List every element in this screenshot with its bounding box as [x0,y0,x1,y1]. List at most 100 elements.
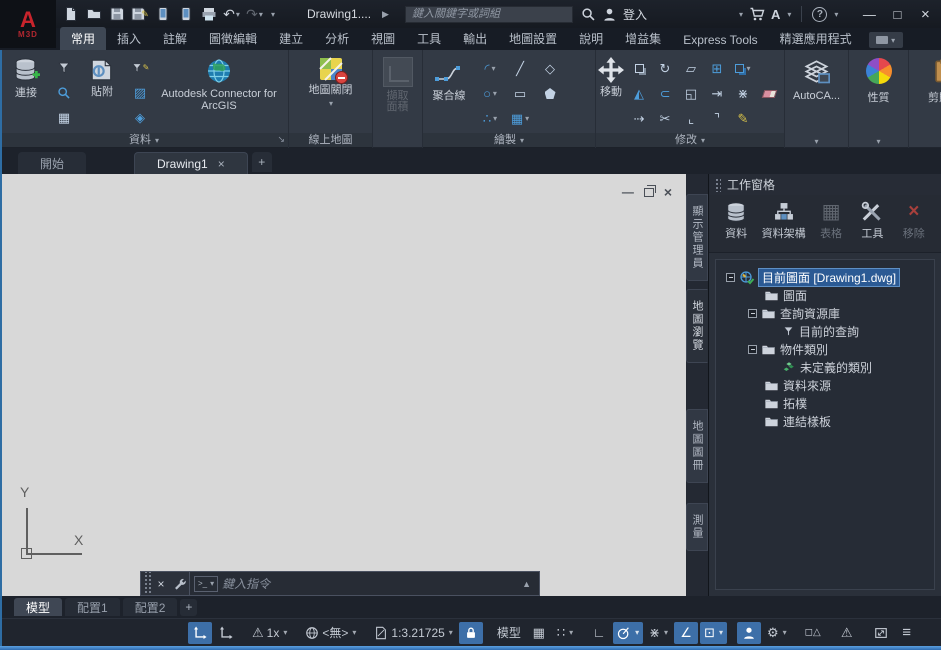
insert-image-button[interactable]: ▨ [128,81,152,104]
annotation-scale-button[interactable]: ⚠1x▾ [248,622,291,644]
panel-autocad-collapsed[interactable]: AutoCA... ▾ [785,50,849,148]
autodesk-logo-icon[interactable]: A [771,7,780,22]
chevron-down-icon[interactable]: ▾ [259,10,263,19]
edit-polyline-button[interactable]: ✎ [730,106,756,131]
isolate-objects-button[interactable]: ◻△ [801,622,825,644]
scale-button[interactable]: ◱ [678,81,704,106]
map-scale-button[interactable]: 1:3.21725▾ [370,622,456,644]
array-button[interactable]: ⊞ [704,56,730,81]
collapse-icon[interactable] [748,309,757,318]
tab-display-manager[interactable]: 顯示管理員 [686,194,708,281]
osnap-tracking-toggle[interactable]: ⋇▾ [645,622,672,644]
object-snap-toggle[interactable]: ⊡▾ [700,622,727,644]
recent-commands-button[interactable]: >_▾ [194,576,218,592]
ortho-toggle[interactable]: ∟ [587,622,611,644]
command-line[interactable]: × >_▾ ▲ [140,571,540,596]
open-file-button[interactable] [83,4,104,24]
attach-button[interactable]: 貼附 [78,53,126,131]
lengthen-button[interactable]: ⇢ [626,106,652,131]
help-icon[interactable]: ? [812,7,827,22]
copy-nested-button[interactable]: ▾ [730,56,756,81]
arc-button[interactable]: ◜▾ [475,56,505,81]
line-button[interactable]: ╱ [505,56,535,81]
tab-help[interactable]: 說明 [568,27,614,50]
divide-button[interactable]: ⋇ [730,81,756,106]
tab-tools[interactable]: 工具 [406,27,452,50]
application-menu-button[interactable]: A M3D [0,0,56,48]
map-import-button[interactable]: ◈ [128,106,152,129]
autodesk-dropdown-icon[interactable]: ▾ [787,10,791,19]
layout-tab-layout2[interactable]: 配置2 [123,598,178,616]
tree-item-undefined-class[interactable]: 未定義的類別 [718,358,932,376]
annotation-visibility-toggle[interactable] [737,622,761,644]
infer-constraints-toggle[interactable] [188,622,212,644]
grid-toggle[interactable]: ▦ [527,622,551,644]
tab-home[interactable]: 常用 [60,27,106,50]
panel-data-label[interactable]: 資料 ▾↘ [0,133,288,148]
close-button[interactable]: × [914,6,936,23]
chamfer-button[interactable]: ⌞ [678,106,704,131]
tree-item-data-sources[interactable]: 資料來源 [718,376,932,394]
rect-tool-button[interactable]: ▭ [505,81,535,106]
rotate-button[interactable]: ↻ [652,56,678,81]
tab-add-ins[interactable]: 增益集 [614,27,672,50]
trim-button[interactable]: ✂ [652,106,678,131]
drag-grip-icon[interactable] [715,178,721,192]
app-store-cart-icon[interactable] [749,6,765,22]
panel-clipboard-collapsed[interactable]: 剪貼簿 ▾ [909,50,941,148]
search-icon[interactable] [581,7,596,22]
tab-map-setup[interactable]: 地圖設置 [498,27,568,50]
tree-item-current-drawing[interactable]: 目前圖面 [Drawing1.dwg] [718,268,932,286]
save-as-button[interactable]: ✎ [129,4,150,24]
blend-button[interactable]: ⌝ [704,106,730,131]
signin-dropdown-icon[interactable]: ▾ [739,10,743,19]
share-mobile-button[interactable] [152,4,173,24]
filter-query-button[interactable] [52,56,76,79]
circle-button[interactable]: ○▾ [475,81,505,106]
break-button[interactable]: ⇥ [704,81,730,106]
data-button[interactable]: 資料 [717,201,755,241]
task-pane-header[interactable]: 工作窗格 [709,174,941,195]
drawing-canvas[interactable]: — × Y X × >_▾ ▲ [0,174,686,596]
dynamic-input-toggle[interactable] [214,622,238,644]
save-button[interactable] [106,4,127,24]
plot-button[interactable] [198,4,219,24]
ribbon-display-options-button[interactable]: ▾ [869,32,903,48]
tab-feature-edit[interactable]: 圖徵編輯 [198,27,268,50]
export-button[interactable] [175,4,196,24]
hatch-button[interactable]: ▦▾ [505,106,535,131]
tab-survey[interactable]: 測量 [686,503,708,551]
file-tab-start[interactable]: 開始 [18,152,86,174]
title-flyout-icon[interactable]: ▶ [382,9,389,20]
offset-button[interactable]: ⊂ [652,81,678,106]
collapse-icon[interactable] [726,273,735,282]
polyline-button[interactable]: 聚合線 [425,53,473,131]
sign-in-button[interactable]: 登入 [623,6,647,23]
polygon-button[interactable] [535,81,565,106]
snap-toggle[interactable]: ∷▾ [553,622,577,644]
clean-screen-button[interactable] [869,622,893,644]
customize-wrench-icon[interactable] [169,577,189,590]
undo-button[interactable]: ↶▾ [221,4,242,24]
schema-button[interactable]: 資料架構 [758,201,809,241]
tools-button[interactable]: 工具 [853,201,891,241]
customize-menu-button[interactable]: ≡ [895,622,919,644]
polar-tracking-toggle[interactable]: ▾ [613,622,643,644]
dialog-launcher-icon[interactable]: ↘ [277,132,285,147]
tab-express-tools[interactable]: Express Tools [672,30,768,50]
tree-item-object-classes[interactable]: 物件類別 [718,340,932,358]
tab-output[interactable]: 輸出 [452,27,498,50]
edit-query-button[interactable]: ✎ [128,56,152,79]
layout-tab-model[interactable]: 模型 [14,598,62,616]
erase-button[interactable] [756,81,782,106]
command-input[interactable] [222,577,518,591]
panel-draw-label[interactable]: 繪製 ▾ [423,133,595,148]
table-button[interactable]: ▦ [52,106,76,129]
search-layers-button[interactable] [52,81,76,104]
qat-customize-button[interactable]: ▾ [271,10,275,19]
command-history-icon[interactable]: ▲ [522,579,535,589]
tab-annotate[interactable]: 註解 [152,27,198,50]
panel-modify-label[interactable]: 修改 ▾ [596,133,784,148]
tab-view[interactable]: 視圖 [360,27,406,50]
tree-item-query-library[interactable]: 查詢資源庫 [718,304,932,322]
